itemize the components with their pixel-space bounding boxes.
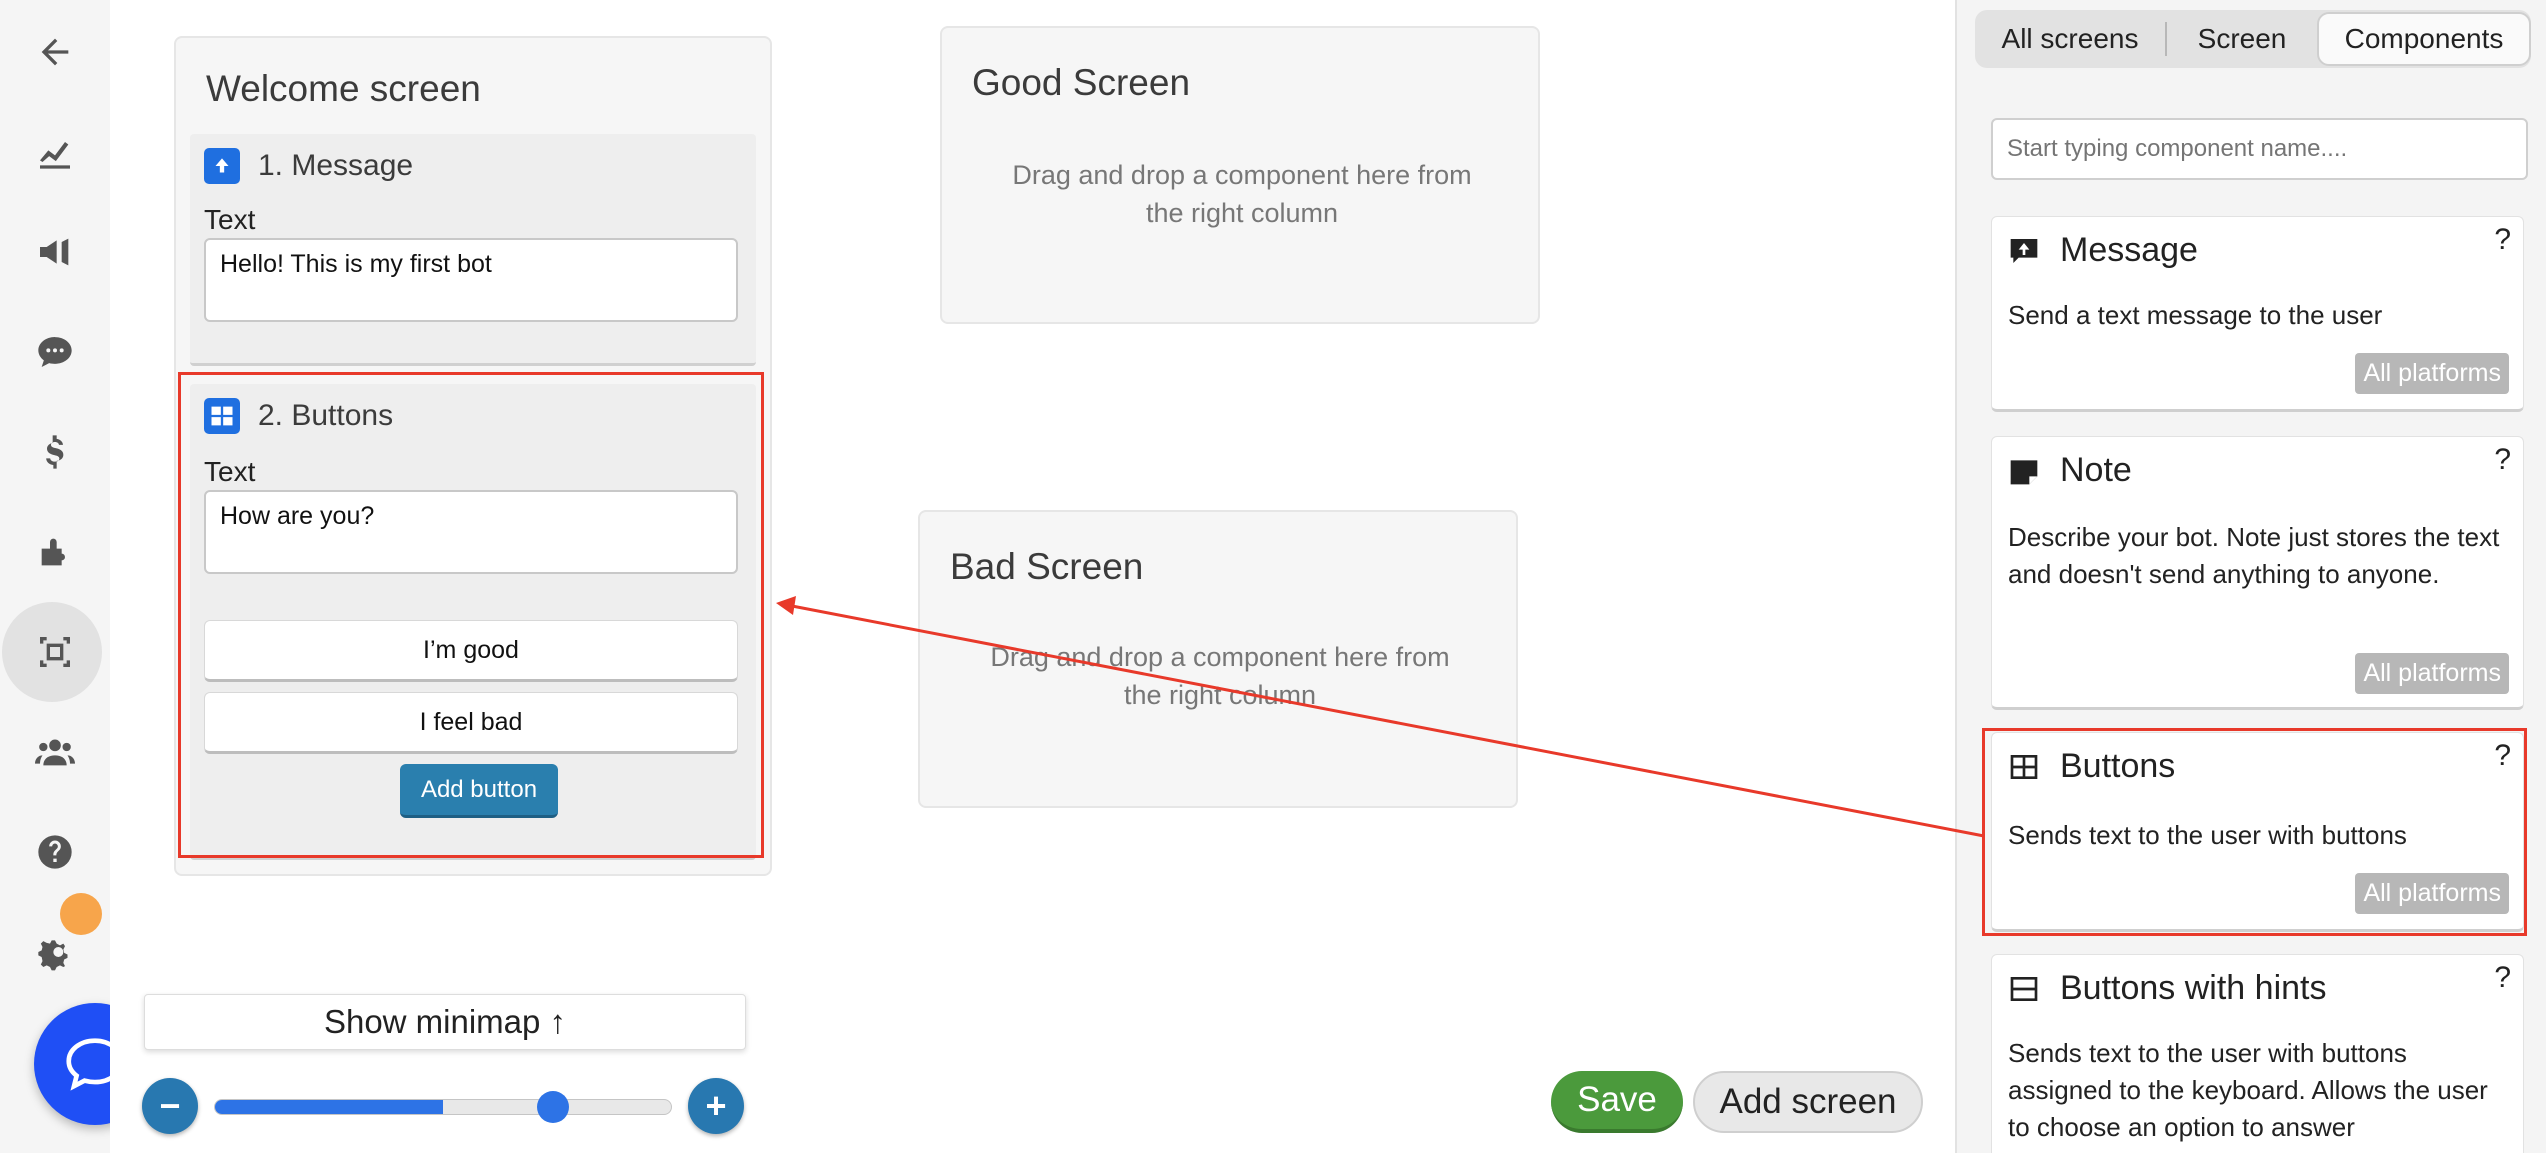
users-group-icon[interactable] bbox=[0, 712, 110, 792]
library-item-note[interactable]: Note ? Describe your bot. Note just stor… bbox=[1991, 436, 2524, 710]
tab-all-screens[interactable]: All screens bbox=[1975, 12, 2165, 66]
drop-zone-hint: Drag and drop a component here from the … bbox=[1012, 160, 1472, 228]
zoom-slider-fill bbox=[215, 1100, 443, 1114]
platform-badge: All platforms bbox=[2355, 353, 2509, 394]
broadcast-megaphone-icon[interactable] bbox=[0, 212, 110, 292]
message-upload-icon bbox=[204, 148, 240, 184]
platform-badge: All platforms bbox=[2355, 653, 2509, 694]
help-question-icon[interactable]: ? bbox=[2494, 223, 2511, 257]
zoom-slider-track[interactable] bbox=[214, 1099, 672, 1115]
library-item-description: Sends text to the user with buttons assi… bbox=[2008, 1038, 2488, 1142]
screen-title: Good Screen bbox=[972, 62, 1191, 103]
button-option-good[interactable]: I’m good bbox=[204, 620, 738, 682]
integrations-puzzle-icon[interactable] bbox=[0, 512, 110, 592]
help-question-icon[interactable] bbox=[0, 812, 110, 892]
panel-tabs: All screens Screen Components bbox=[1975, 10, 2531, 68]
show-minimap-button[interactable]: Show minimap ↑ bbox=[144, 994, 746, 1050]
dollar-icon[interactable] bbox=[0, 412, 110, 492]
buttons-component[interactable]: 2. Buttons Text How are you? I’m good I … bbox=[190, 384, 756, 860]
screen-card-welcome[interactable]: Welcome screen 1. Message Text Hello! Th… bbox=[174, 36, 772, 876]
save-button[interactable]: Save bbox=[1551, 1071, 1683, 1133]
buttons-hints-icon bbox=[2010, 976, 2038, 1001]
drop-zone-hint: Drag and drop a component here from the … bbox=[990, 642, 1450, 710]
add-button-button[interactable]: Add button bbox=[400, 764, 558, 818]
zoom-out-button[interactable]: − bbox=[142, 1078, 198, 1134]
component-index-label: 1. Message bbox=[258, 149, 414, 182]
help-question-icon[interactable]: ? bbox=[2494, 961, 2511, 995]
buttons-grid-icon bbox=[2010, 754, 2038, 779]
tab-screen[interactable]: Screen bbox=[2167, 12, 2317, 66]
note-icon bbox=[2010, 459, 2038, 484]
message-text-input[interactable]: Hello! This is my first bot bbox=[204, 238, 738, 322]
zoom-in-button[interactable]: + bbox=[688, 1078, 744, 1134]
component-search-input[interactable] bbox=[1991, 118, 2528, 180]
zoom-slider-thumb[interactable] bbox=[537, 1091, 569, 1123]
message-upload-icon bbox=[2010, 238, 2038, 263]
add-screen-button[interactable]: Add screen bbox=[1693, 1071, 1923, 1133]
screens-canvas[interactable]: Welcome screen 1. Message Text Hello! Th… bbox=[110, 0, 1955, 1153]
text-field-label: Text bbox=[204, 456, 256, 487]
screen-title: Welcome screen bbox=[206, 68, 481, 109]
tab-components[interactable]: Components bbox=[2317, 12, 2531, 66]
component-index-label: 2. Buttons bbox=[258, 399, 394, 432]
chat-bubble-icon[interactable] bbox=[0, 312, 110, 392]
text-field-label: Text bbox=[204, 204, 256, 235]
screen-title: Bad Screen bbox=[950, 546, 1144, 587]
library-item-name: Buttons bbox=[2060, 747, 2176, 785]
library-item-name: Note bbox=[2060, 451, 2132, 489]
buttons-grid-icon bbox=[204, 398, 240, 434]
notification-badge bbox=[60, 893, 102, 935]
library-item-name: Message bbox=[2060, 231, 2198, 269]
button-option-bad[interactable]: I feel bad bbox=[204, 692, 738, 754]
library-item-message[interactable]: Message ? Send a text message to the use… bbox=[1991, 216, 2524, 412]
back-arrow-icon[interactable] bbox=[0, 12, 110, 92]
library-item-description: Sends text to the user with buttons bbox=[2008, 820, 2407, 850]
library-item-description: Send a text message to the user bbox=[2008, 300, 2383, 330]
analytics-chart-icon[interactable] bbox=[0, 112, 110, 192]
buttons-text-input[interactable]: How are you? bbox=[204, 490, 738, 574]
library-item-name: Buttons with hints bbox=[2060, 969, 2327, 1007]
screens-editor-icon[interactable] bbox=[0, 602, 110, 702]
library-item-buttons-with-hints[interactable]: Buttons with hints ? Sends text to the u… bbox=[1991, 954, 2524, 1153]
platform-badge: All platforms bbox=[2355, 873, 2509, 914]
library-item-buttons[interactable]: Buttons ? Sends text to the user with bu… bbox=[1991, 732, 2524, 932]
left-nav-sidebar bbox=[0, 0, 110, 1153]
message-component[interactable]: 1. Message Text Hello! This is my first … bbox=[190, 134, 756, 366]
library-item-description: Describe your bot. Note just stores the … bbox=[2008, 522, 2500, 589]
screen-card-bad[interactable]: Bad Screen Drag and drop a component her… bbox=[918, 510, 1518, 808]
screen-card-good[interactable]: Good Screen Drag and drop a component he… bbox=[940, 26, 1540, 324]
help-question-icon[interactable]: ? bbox=[2494, 443, 2511, 477]
components-panel: All screens Screen Components Message ? … bbox=[1955, 0, 2546, 1153]
help-question-icon[interactable]: ? bbox=[2494, 739, 2511, 773]
